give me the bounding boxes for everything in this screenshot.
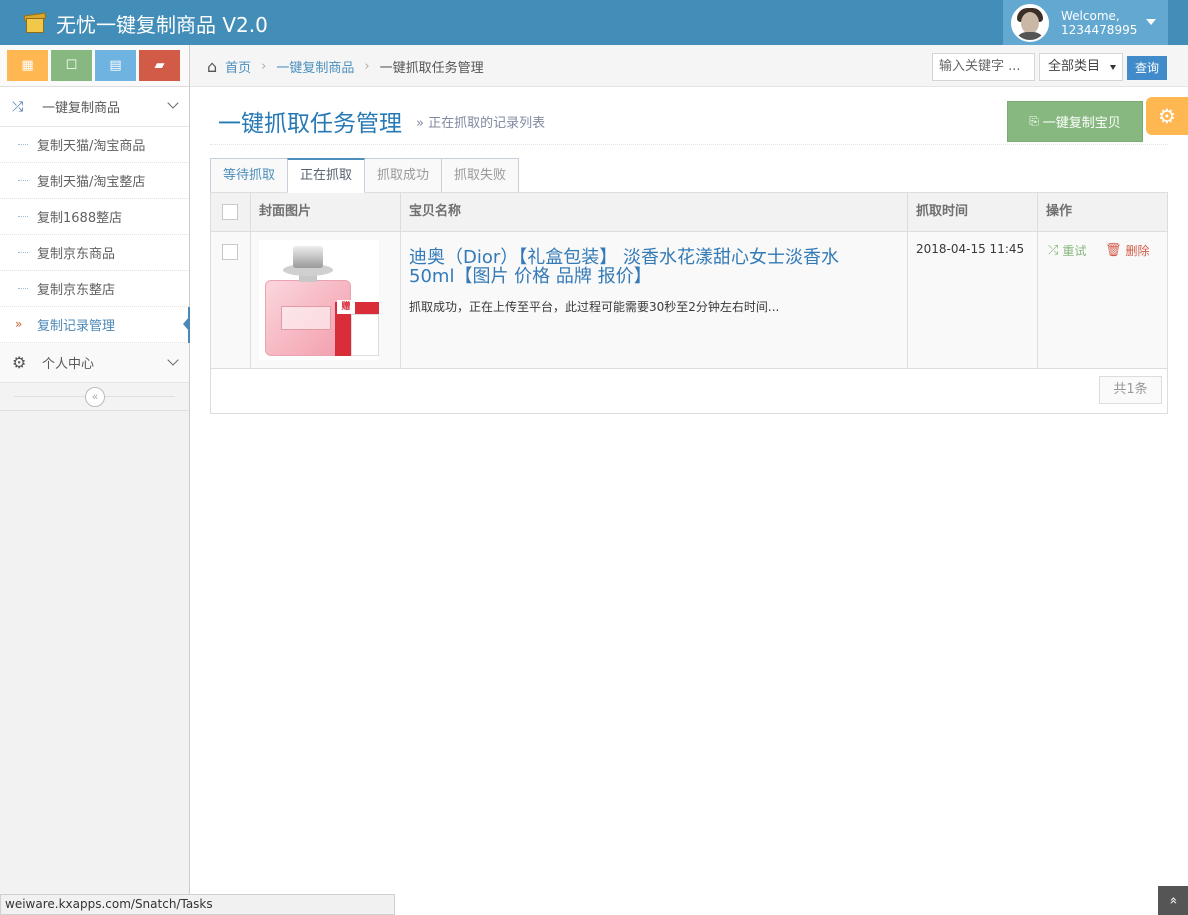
user-name: 1234478995 (1061, 22, 1138, 37)
column-header-actions: 操作 (1046, 204, 1073, 219)
chevron-down-icon (167, 354, 179, 366)
page-header: 一键抓取任务管理 » 正在抓取的记录列表 ⎘ 一键复制宝贝 (210, 87, 1168, 145)
top-navbar: 无忧一键复制商品 V2.0 Welcome, 1234478995 (0, 0, 1188, 45)
sidebar-item-copy-jd-product[interactable]: 复制京东商品 (0, 235, 189, 271)
task-status-text: 抓取成功，正在上传至平台，此过程可能需要30秒至2分钟左右时间... (409, 300, 780, 314)
search-input[interactable]: 输入关键字 ... (932, 53, 1035, 81)
grid-icon: ▤ (109, 58, 122, 73)
sidebar-item-label: 复制天猫/淘宝商品 (37, 139, 146, 154)
page-title: 一键抓取任务管理 (218, 111, 402, 137)
sidebar-menu-label: 一键复制商品 (42, 101, 121, 116)
total-count: 共1条 (1099, 376, 1162, 404)
sidebar-shortcuts: ▦ ☐ ▤ ▰ (0, 45, 189, 87)
task-time: 2018-04-15 11:45 (916, 242, 1025, 256)
sidebar-item-copy-tmall-store[interactable]: 复制天猫/淘宝整店 (0, 163, 189, 199)
gift-tag: 赠 (337, 300, 355, 314)
welcome-text: Welcome, (1061, 8, 1120, 23)
browser-status-url: weiware.kxapps.com/Snatch/Tasks (0, 894, 395, 915)
scroll-top-button[interactable]: « (1158, 886, 1188, 915)
chevron-right-icon: › (261, 59, 267, 74)
tab-failed[interactable]: 抓取失败 (441, 158, 520, 193)
row-checkbox[interactable] (222, 244, 238, 260)
app-title: 无忧一键复制商品 V2.0 (56, 12, 268, 37)
shortcut-calendar-button[interactable]: ▦ (7, 50, 48, 81)
sidebar: ▦ ☐ ▤ ▰ ⤮ 一键复制商品 复制天猫/淘宝商品 复制天猫/淘宝整店 复制1… (0, 45, 190, 915)
copy-product-button[interactable]: ⎘ 一键复制宝贝 (1007, 101, 1143, 142)
product-title-link[interactable]: 迪奥（Dior）【礼盒包装】 淡香水花漾甜心女士淡香水50ml【图片 价格 品牌… (409, 248, 879, 286)
book-icon: ▰ (154, 58, 165, 73)
sidebar-item-label: 复制记录管理 (37, 319, 116, 334)
brand[interactable]: 无忧一键复制商品 V2.0 (23, 8, 268, 38)
shuffle-icon: ⤮ (12, 98, 24, 115)
sidebar-menu-copy[interactable]: ⤮ 一键复制商品 (0, 87, 189, 127)
sidebar-menu-label: 个人中心 (42, 357, 95, 372)
sidebar-menu-personal[interactable]: ⚙ 个人中心 (0, 343, 189, 383)
user-menu[interactable]: Welcome, 1234478995 (1003, 0, 1168, 45)
sidebar-item-label: 复制京东商品 (37, 247, 116, 262)
product-cover-image: 赠 (259, 240, 379, 360)
shortcut-square-button[interactable]: ☐ (51, 50, 92, 81)
gear-icon: ⚙ (1158, 104, 1176, 128)
breadcrumb-home[interactable]: 首页 (225, 57, 251, 76)
search-button[interactable]: 查询 (1127, 56, 1167, 80)
table-row: 赠 迪奥（Dior）【礼盒包装】 淡香水花漾甜心女士淡香水50ml【图片 价格 … (211, 232, 1167, 369)
sidebar-item-label: 复制1688整店 (37, 211, 123, 226)
shuffle-icon: ⤮ (1048, 243, 1059, 258)
chevron-right-icon: › (364, 59, 370, 74)
shortcut-grid-button[interactable]: ▤ (95, 50, 136, 81)
delete-button-label: 删除 (1125, 244, 1150, 258)
gear-icon: ⚙ (12, 353, 27, 372)
square-icon: ☐ (65, 58, 78, 73)
delete-button[interactable]: 🗑 删除 (1105, 242, 1150, 259)
breadcrumbs-bar: ⌂ 首页 › 一键复制商品 › 一键抓取任务管理 输入关键字 ... 全部类目 … (190, 45, 1188, 87)
breadcrumb-copy-products[interactable]: 一键复制商品 (276, 57, 354, 76)
copy-product-button-label: 一键复制宝贝 (1042, 116, 1121, 131)
column-header-time: 抓取时间 (908, 193, 1038, 231)
caret-down-icon (1146, 19, 1156, 25)
sidebar-item-label: 复制京东整店 (37, 283, 116, 298)
sidebar-collapse: « (0, 383, 189, 411)
double-angle-right-icon: » (15, 317, 23, 331)
category-select-value: 全部类目 (1048, 59, 1101, 74)
task-tabs: 等待抓取 正在抓取 抓取成功 抓取失败 (210, 158, 520, 193)
retry-button[interactable]: ⤮ 重试 (1048, 242, 1086, 259)
column-header-cover: 封面图片 (251, 193, 401, 231)
settings-toggle[interactable]: ⚙ (1146, 97, 1188, 135)
sidebar-item-copy-records[interactable]: » 复制记录管理 (0, 307, 190, 343)
category-select[interactable]: 全部类目 (1039, 53, 1123, 81)
sidebar-item-copy-1688-store[interactable]: 复制1688整店 (0, 199, 189, 235)
caret-down-icon (1110, 65, 1116, 70)
calendar-icon: ▦ (21, 58, 34, 73)
select-all-checkbox[interactable] (222, 204, 238, 220)
collapse-left-icon[interactable]: « (85, 387, 105, 407)
task-table: 封面图片 宝贝名称 抓取时间 操作 赠 迪奥（Dior）【礼盒包装】 淡香水花漾… (210, 192, 1168, 414)
avatar (1011, 3, 1049, 42)
sidebar-submenu: 复制天猫/淘宝商品 复制天猫/淘宝整店 复制1688整店 复制京东商品 复制京东… (0, 127, 190, 343)
sidebar-item-copy-tmall-product[interactable]: 复制天猫/淘宝商品 (0, 127, 189, 163)
home-icon: ⌂ (207, 57, 218, 76)
double-angle-up-icon: « (1165, 896, 1181, 905)
page-subtitle: » 正在抓取的记录列表 (416, 116, 546, 131)
trash-icon: 🗑 (1105, 243, 1122, 258)
breadcrumb: ⌂ 首页 › 一键复制商品 › 一键抓取任务管理 (207, 57, 484, 76)
shortcut-book-button[interactable]: ▰ (139, 50, 180, 81)
tab-success[interactable]: 抓取成功 (364, 158, 443, 193)
chevron-down-icon (167, 97, 179, 109)
tab-waiting[interactable]: 等待抓取 (210, 158, 289, 193)
column-header-name: 宝贝名称 (401, 193, 908, 231)
breadcrumb-current: 一键抓取任务管理 (379, 61, 484, 76)
sidebar-item-copy-jd-store[interactable]: 复制京东整店 (0, 271, 189, 307)
sidebar-item-label: 复制天猫/淘宝整店 (37, 175, 146, 190)
table-header: 封面图片 宝贝名称 抓取时间 操作 (211, 193, 1167, 232)
copy-icon: ⎘ (1029, 114, 1039, 128)
box-logo-icon (23, 11, 48, 35)
retry-button-label: 重试 (1062, 244, 1087, 258)
tab-in-progress[interactable]: 正在抓取 (287, 158, 366, 193)
